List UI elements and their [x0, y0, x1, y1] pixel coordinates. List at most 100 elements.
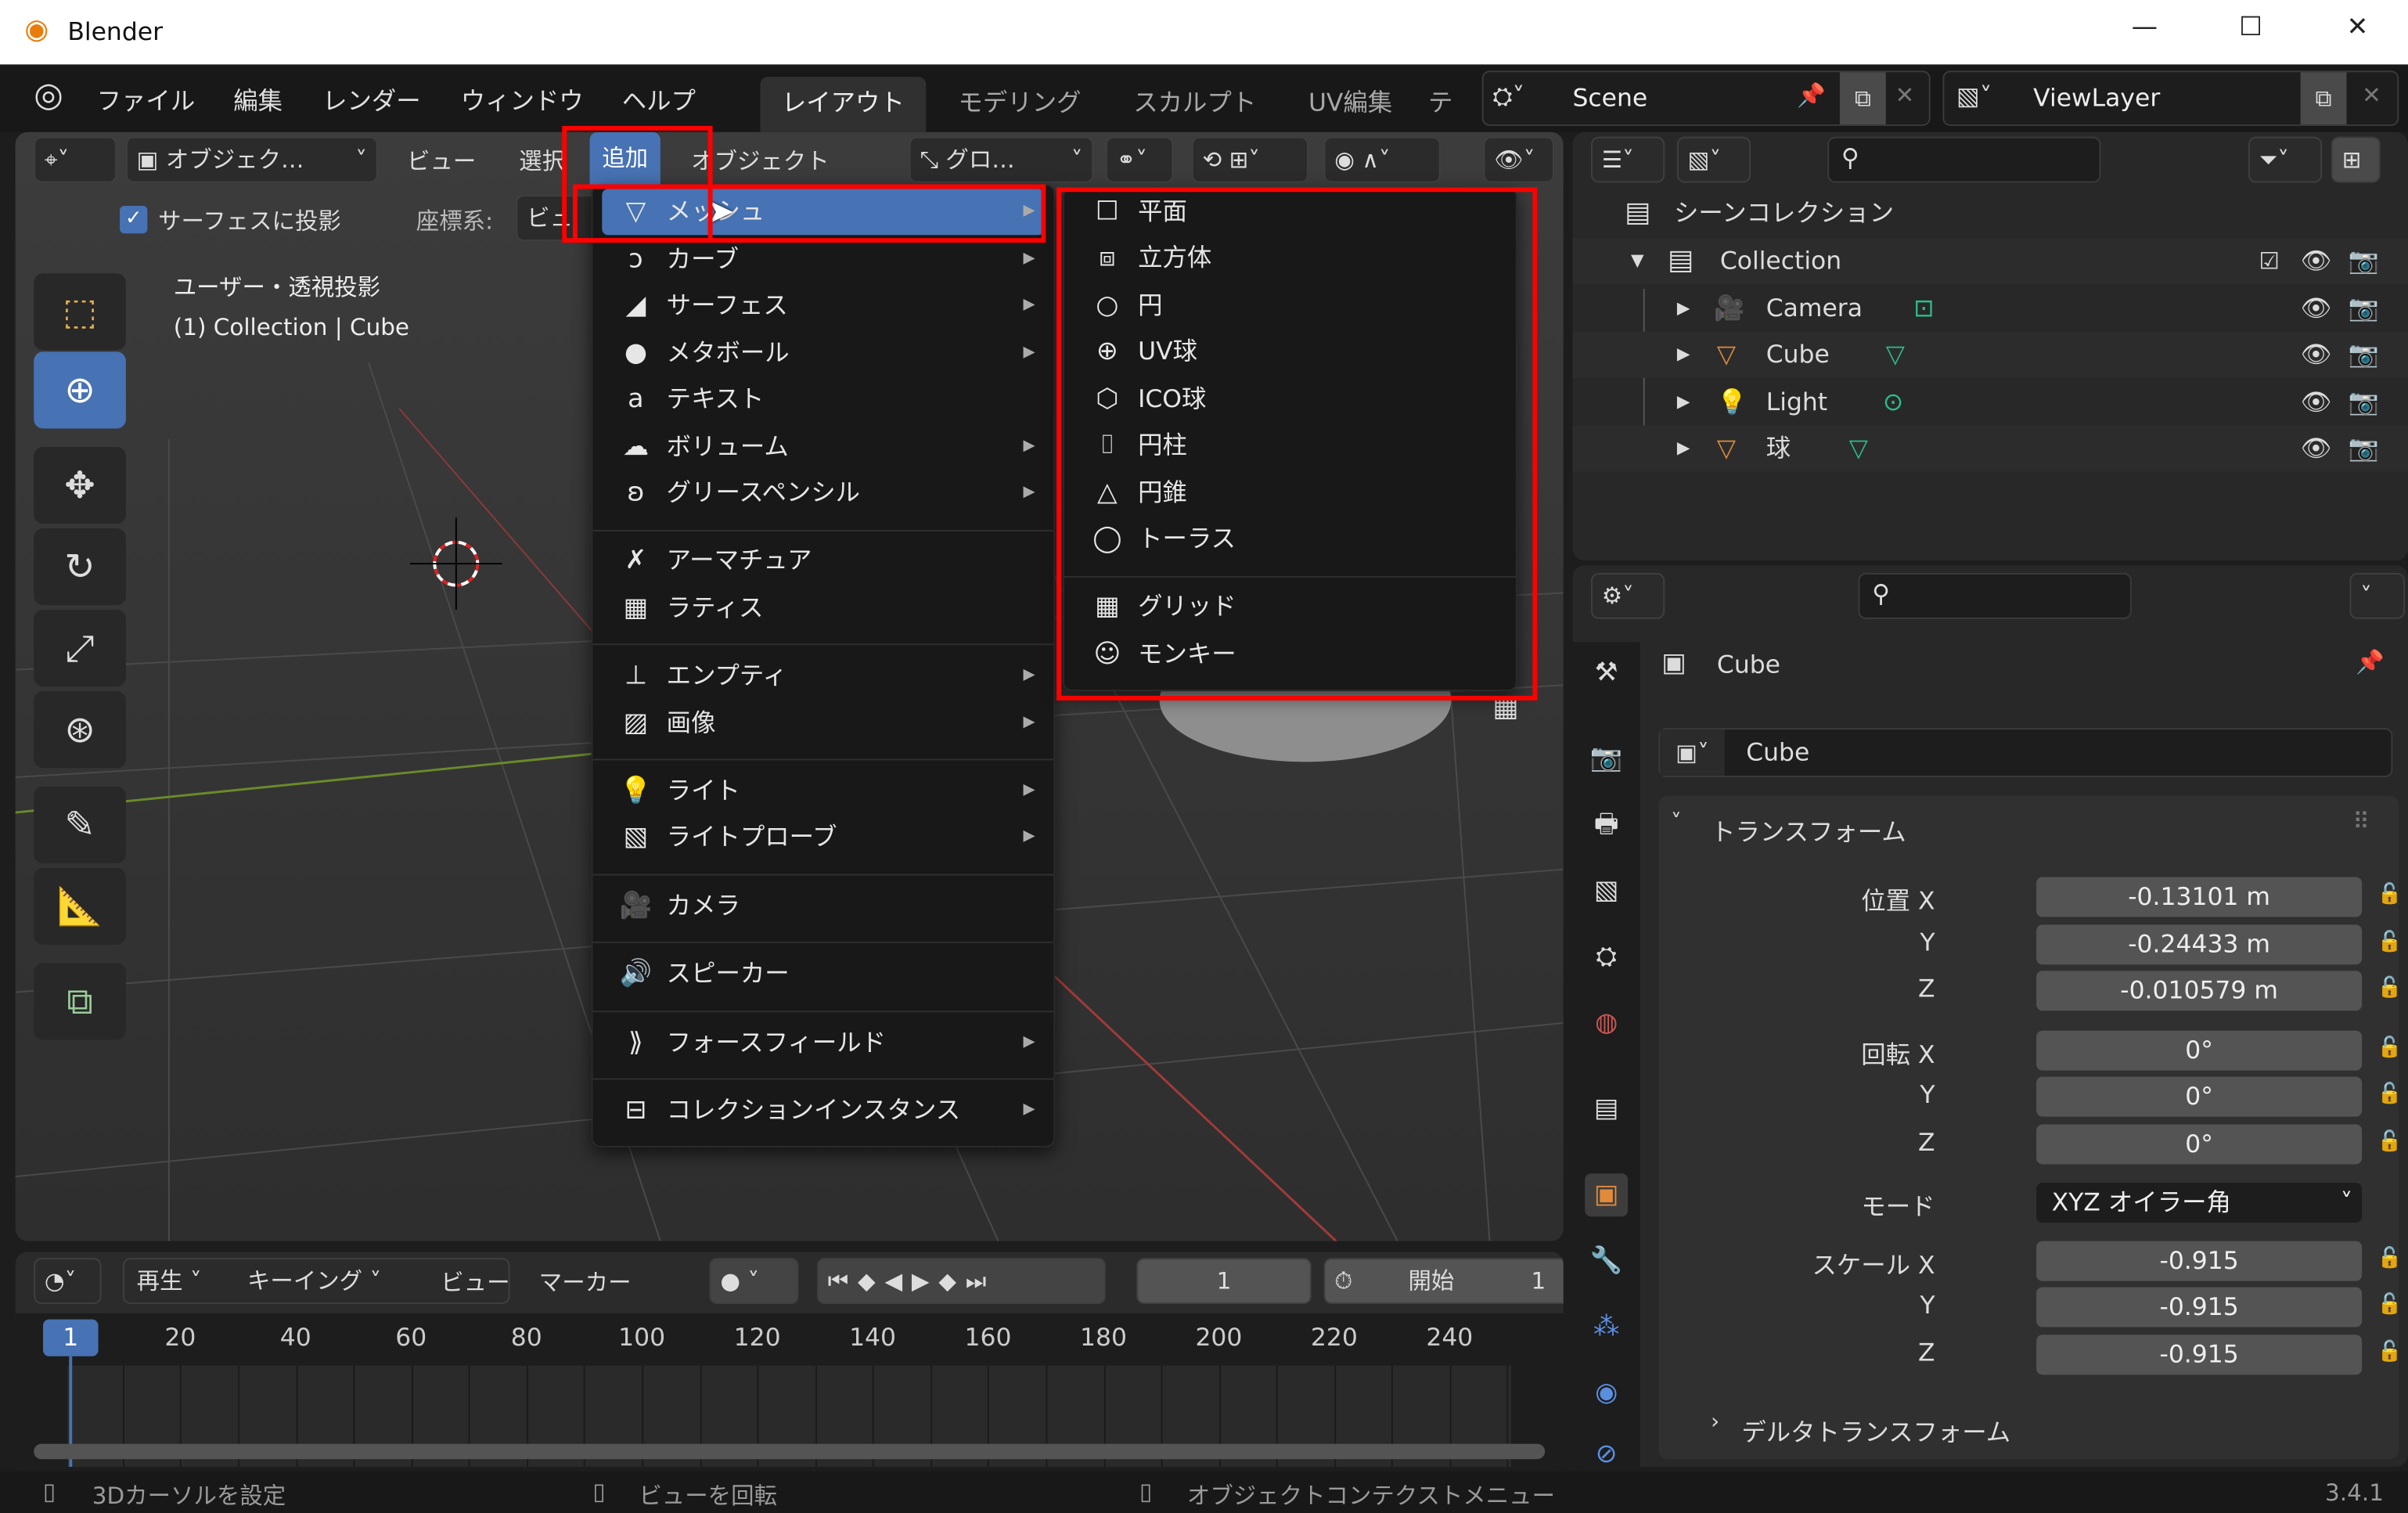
collapse-chevron-icon[interactable]: ˅ [1671, 811, 1682, 835]
filter-button[interactable]: ⏷˅ [2248, 136, 2323, 183]
expand-chevron-icon[interactable]: › [1711, 1410, 1719, 1434]
new-view-layer-button[interactable]: ⧉ [2300, 72, 2347, 124]
tab-uv-editing[interactable]: UV編集 [1287, 77, 1413, 132]
expand-arrow-icon[interactable]: ▶ [1677, 380, 1690, 426]
tab-modeling[interactable]: モデリング [937, 77, 1103, 132]
grid-view-icon[interactable]: ▦ [1492, 691, 1518, 723]
annotate-tool[interactable]: ✎ [34, 786, 126, 863]
mesh-item-cylinder[interactable]: ⌷ 円柱 [1074, 423, 1506, 469]
editor-type-button[interactable]: ⌖˅ [34, 136, 117, 183]
add-menu-item-image[interactable]: ▨ 画像 ▶ [602, 701, 1044, 747]
lock-icon[interactable]: 🔓 [2377, 977, 2403, 1000]
add-menu-item-volume[interactable]: ☁ ボリューム ▶ [602, 424, 1044, 470]
menu-object[interactable]: オブジェクト [691, 144, 830, 176]
mesh-item-monkey[interactable]: ☺ モンキー [1074, 632, 1506, 678]
menu-file[interactable]: ファイル [97, 80, 196, 117]
render-camera-icon[interactable]: 📷 [2348, 286, 2378, 332]
add-menu-item-camera[interactable]: 🎥 カメラ [602, 883, 1044, 929]
mesh-item-circle[interactable]: ○ 円 [1074, 283, 1506, 329]
outliner-row-light[interactable]: ▶ 💡 Light ⊙ 👁 📷 [1572, 380, 2408, 426]
add-menu-item-text[interactable]: a テキスト [602, 376, 1044, 423]
coord-system-dropdown[interactable]: ビュ [516, 195, 599, 242]
new-scene-button[interactable]: ⧉ [1839, 72, 1886, 124]
timeline-editor-type-button[interactable]: ◔˅ [34, 1258, 102, 1305]
project-surface-checkbox[interactable]: ✓ [120, 205, 148, 234]
lock-icon[interactable]: 🔓 [2377, 1083, 2403, 1105]
lock-icon[interactable]: 🔓 [2377, 1247, 2403, 1270]
tab-layout[interactable]: レイアウト [760, 77, 927, 132]
mesh-item-torus[interactable]: ◯ トーラス [1074, 516, 1506, 562]
maximize-button[interactable]: ☐ [2239, 13, 2262, 43]
world-tab-icon[interactable]: ◍ [1585, 1001, 1628, 1044]
menu-window[interactable]: ウィンドウ [461, 80, 584, 117]
add-menu-item-mesh[interactable]: ▽ メッシュ ▶ [602, 189, 1045, 236]
tab-texture-paint[interactable]: テ [1422, 77, 1459, 132]
render-tab-icon[interactable]: 📷 [1585, 737, 1628, 780]
properties-options-button[interactable]: ˅ [2349, 572, 2406, 619]
constraints-tab-icon[interactable]: ⊘ [1585, 1433, 1628, 1476]
display-mode-button[interactable]: ☰˅ [1591, 136, 1665, 183]
cursor-tool[interactable]: ⊕ [34, 351, 126, 429]
next-keyframe-icon[interactable]: ◆ [938, 1267, 965, 1295]
render-camera-icon[interactable]: 📷 [2348, 332, 2378, 378]
object-name-field[interactable]: ▣˅ Cube [1658, 728, 2393, 777]
outliner-row-camera[interactable]: ▶ 🎥 Camera ⊡ 👁 📷 [1572, 286, 2408, 332]
eye-icon[interactable]: 👁 [2301, 380, 2332, 426]
scale-tool[interactable]: ⤢ [34, 610, 126, 687]
new-collection-button[interactable]: ⊞ [2331, 136, 2381, 183]
eye-icon[interactable]: 👁 [2301, 332, 2332, 378]
add-menu-item-light-probe[interactable]: ▧ ライトプローブ ▶ [602, 814, 1044, 860]
mesh-data-icon[interactable]: ▽ [1849, 426, 1868, 472]
lock-icon[interactable]: 🔓 [2377, 883, 2403, 906]
jump-start-icon[interactable]: ⏮ [828, 1267, 858, 1295]
add-menu-item-collection-instance[interactable]: ⊟ コレクションインスタンス ▶ [602, 1087, 1044, 1133]
add-cube-tool[interactable]: ⧉ [34, 963, 126, 1040]
outliner-row-cube[interactable]: ▶ ▽ Cube ▽ 👁 📷 [1572, 331, 2408, 378]
transform-tool[interactable]: ⊛ [34, 691, 126, 769]
play-icon[interactable]: ▶ [912, 1267, 938, 1295]
render-camera-icon[interactable]: 📷 [2348, 238, 2378, 284]
render-camera-icon[interactable]: 📷 [2348, 380, 2378, 426]
lock-icon[interactable]: 🔓 [2377, 1037, 2403, 1060]
scale-z-field[interactable]: -0.915 [2036, 1335, 2363, 1375]
collection-row[interactable]: ▼ ▤ Collection ☑ 👁 📷 [1572, 238, 2408, 285]
measure-tool[interactable]: 📐 [34, 867, 126, 945]
location-x-field[interactable]: -0.13101 m [2036, 877, 2363, 917]
object-tab-icon[interactable]: ▣ [1585, 1173, 1629, 1217]
playhead-frame-indicator[interactable]: 1 [42, 1319, 99, 1356]
render-camera-icon[interactable]: 📷 [2348, 426, 2378, 472]
outliner-search-input[interactable]: ⚲ [1827, 136, 2101, 183]
lock-icon[interactable]: 🔓 [2377, 1293, 2403, 1316]
expand-arrow-icon[interactable]: ▶ [1677, 426, 1690, 472]
mesh-item-uv-sphere[interactable]: ⊕ UV球 [1074, 329, 1506, 375]
rotate-tool[interactable]: ↻ [34, 528, 126, 606]
tab-sculpt[interactable]: スカルプト [1112, 77, 1278, 132]
pin-icon[interactable]: 📌 [1797, 81, 1826, 109]
add-menu-item-speaker[interactable]: 🔊 スピーカー [602, 951, 1044, 997]
mesh-item-grid[interactable]: ▦ グリッド [1074, 584, 1506, 630]
output-tab-icon[interactable]: 🖶 [1585, 803, 1628, 846]
delete-view-layer-button[interactable]: ✕ [2362, 81, 2381, 109]
properties-search-input[interactable]: ⚲ [1858, 572, 2132, 619]
add-menu-item-grease-pencil[interactable]: ʚ グリースペンシル ▶ [602, 470, 1044, 516]
menu-edit[interactable]: 編集 [233, 80, 283, 117]
view-layer-tab-icon[interactable]: ▧ [1585, 870, 1628, 913]
camera-data-icon[interactable]: ⊡ [1913, 286, 1934, 332]
rotation-x-field[interactable]: 0° [2036, 1030, 2363, 1071]
play-reverse-icon[interactable]: ◀ [884, 1267, 911, 1295]
snap-button[interactable]: ⟲ ⊞˅ [1191, 136, 1308, 183]
timeline-marker-menu[interactable]: マーカー [539, 1266, 632, 1298]
mesh-item-plane[interactable]: ☐ 平面 [1074, 189, 1506, 235]
light-data-icon[interactable]: ⊙ [1883, 380, 1903, 426]
pin-icon[interactable]: 📌 [2356, 648, 2385, 675]
current-frame-field[interactable]: 1 [1136, 1258, 1312, 1305]
scale-y-field[interactable]: -0.915 [2036, 1287, 2363, 1327]
expand-arrow-icon[interactable]: ▼ [1631, 238, 1644, 284]
expand-arrow-icon[interactable]: ▶ [1677, 332, 1690, 378]
timeline-scrollbar[interactable] [34, 1443, 1546, 1460]
eye-icon[interactable]: 👁 [2301, 286, 2332, 332]
playback-dropdown[interactable]: 再生 ˅ [137, 1259, 202, 1302]
modifier-tab-icon[interactable]: 🔧 [1585, 1240, 1628, 1283]
physics-tab-icon[interactable]: ◉ [1585, 1371, 1628, 1414]
eye-icon[interactable]: 👁 [2301, 238, 2332, 284]
